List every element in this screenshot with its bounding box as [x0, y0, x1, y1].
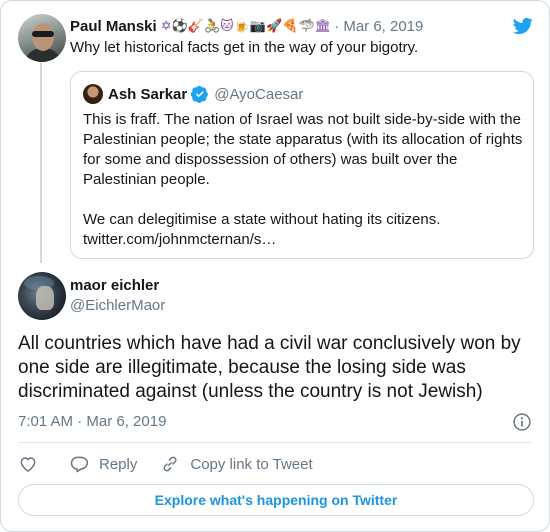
- tweet-timestamp[interactable]: 7:01 AM · Mar 6, 2019: [18, 413, 166, 430]
- quoted-handle: @AyoCaesar: [214, 85, 304, 103]
- tweet-embed-card: Paul Manski ✡⚽🎸🚴🐱🍺📷🚀🍕🦈🏛 · Mar 6, 2019 Wh…: [0, 0, 550, 532]
- info-icon[interactable]: [512, 412, 532, 432]
- quoted-author-name: Ash Sarkar: [108, 85, 188, 103]
- parent-tweet[interactable]: Paul Manski ✡⚽🎸🚴🐱🍺📷🚀🍕🦈🏛 · Mar 6, 2019 Wh…: [1, 1, 549, 263]
- avatar[interactable]: [18, 14, 66, 62]
- divider: [18, 442, 532, 443]
- avatar[interactable]: [18, 272, 66, 320]
- quoted-avatar: [83, 84, 103, 104]
- copy-link-label: Copy link to Tweet: [190, 455, 313, 473]
- thread-line: [40, 63, 42, 263]
- heart-icon: [20, 457, 36, 472]
- twitter-bird-icon[interactable]: [512, 16, 534, 36]
- explore-button[interactable]: Explore what's happening on Twitter: [18, 484, 534, 516]
- author-handle[interactable]: @EichlerMaor: [70, 297, 165, 314]
- link-icon: [163, 456, 177, 472]
- tweet-text: All countries which have had a civil war…: [18, 333, 521, 402]
- copy-link-button[interactable]: Copy link to Tweet: [160, 454, 313, 474]
- verified-badge-icon: [191, 85, 209, 103]
- name-emojis: ✡⚽🎸🚴🐱🍺📷🚀🍕🦈🏛: [160, 18, 332, 34]
- tweet-actions: Reply Copy link to Tweet: [18, 453, 313, 475]
- quoted-tweet-header: Ash Sarkar @AyoCaesar: [108, 84, 303, 104]
- reply-icon: [70, 456, 89, 473]
- author-name[interactable]: Paul Manski: [70, 18, 157, 35]
- quoted-tweet-text: This is fraff. The nation of Israel was …: [83, 111, 523, 248]
- parent-tweet-text: Why let historical facts get in the way …: [70, 39, 419, 56]
- like-button[interactable]: [18, 454, 38, 474]
- parent-tweet-header: Paul Manski ✡⚽🎸🚴🐱🍺📷🚀🍕🦈🏛 · Mar 6, 2019: [70, 16, 423, 36]
- tweet-date[interactable]: · Mar 6, 2019: [334, 18, 423, 35]
- quoted-tweet[interactable]: Ash Sarkar @AyoCaesar This is fraff. The…: [70, 71, 534, 259]
- author-name[interactable]: maor eichler: [70, 277, 159, 294]
- reply-label: Reply: [99, 455, 138, 473]
- reply-button[interactable]: Reply: [69, 454, 137, 474]
